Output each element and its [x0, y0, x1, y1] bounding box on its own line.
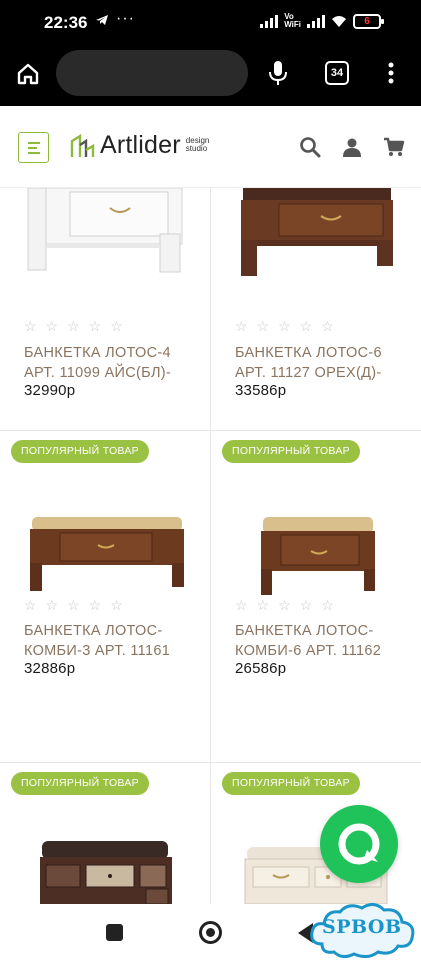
status-bar: 22:36 ··· Vo WiFi 6 [0, 0, 421, 46]
rating-stars: ☆☆☆☆☆ [235, 318, 343, 334]
logo-subtitle: design studio [185, 136, 210, 153]
site-header: Artlider design studio [0, 106, 421, 188]
logo-mark-icon [70, 133, 95, 157]
product-card[interactable]: ПОПУЛЯРНЫЙ ТОВАР [0, 763, 210, 904]
user-icon[interactable] [341, 136, 363, 158]
status-time: 22:36 [44, 13, 88, 32]
logo-text: Artlider [100, 131, 181, 159]
product-name-line2: КОМБИ-6 АРТ. 11162 [235, 643, 382, 659]
popular-badge: ПОПУЛЯРНЫЙ ТОВАР [222, 772, 360, 795]
product-name-line2: КОМБИ-3 АРТ. 11161 [24, 643, 171, 659]
battery-level: 6 [364, 15, 370, 27]
menu-button[interactable] [18, 132, 49, 163]
product-price: 33586р [235, 382, 287, 399]
product-image [261, 517, 375, 595]
cart-icon[interactable] [383, 136, 405, 158]
product-image [30, 517, 184, 591]
rating-stars: ☆☆☆☆☆ [24, 597, 132, 613]
chat-icon [338, 823, 380, 865]
signal-icon-2 [307, 14, 325, 28]
product-name-line2: АРТ. 11127 ОРЕХ(Д)- [235, 365, 382, 381]
watermark: SPBOB [308, 900, 418, 960]
product-name[interactable]: БАНКЕТКА ЛОТОС- КОМБИ-6 АРТ. 11162 [235, 621, 417, 661]
recents-icon[interactable] [106, 924, 123, 941]
watermark-text: SPBOB [322, 916, 402, 938]
product-card[interactable]: ☆☆☆☆☆ БАНКЕТКА ЛОТОС-6 АРТ. 11127 ОРЕХ(Д… [211, 188, 421, 430]
product-name[interactable]: БАНКЕТКА ЛОТОС-4 АРТ. 11099 АЙС(БЛ)- [24, 343, 206, 383]
popular-badge: ПОПУЛЯРНЫЙ ТОВАР [11, 440, 149, 463]
more-notifications-icon: ··· [116, 10, 135, 27]
product-image [27, 188, 183, 273]
product-card[interactable]: ПОПУЛЯРНЫЙ ТОВАР ☆☆☆☆☆ БАНКЕТКА ЛОТОС- К… [211, 431, 421, 762]
signal-icon [260, 14, 279, 28]
address-bar[interactable] [56, 50, 248, 96]
wifi-icon [331, 14, 347, 28]
product-name[interactable]: БАНКЕТКА ЛОТОС- КОМБИ-3 АРТ. 11161 [24, 621, 206, 661]
product-price: 26586р [235, 660, 287, 677]
rating-stars: ☆☆☆☆☆ [24, 318, 132, 334]
browser-toolbar: 34 [0, 46, 421, 106]
product-name-line2: АРТ. 11099 АЙС(БЛ)- [24, 365, 172, 381]
microphone-icon[interactable] [266, 58, 290, 88]
telegram-icon [95, 13, 109, 30]
product-price: 32886р [24, 660, 76, 677]
vowifi-label: Vo WiFi [284, 12, 301, 29]
rating-stars: ☆☆☆☆☆ [235, 597, 343, 613]
home-circle-icon[interactable] [199, 921, 222, 944]
product-name-line1: БАНКЕТКА ЛОТОС- [235, 623, 374, 639]
product-price: 32990р [24, 382, 76, 399]
product-name[interactable]: БАНКЕТКА ЛОТОС-6 АРТ. 11127 ОРЕХ(Д)- [235, 343, 417, 383]
chat-widget-button[interactable] [320, 805, 398, 883]
popular-badge: ПОПУЛЯРНЫЙ ТОВАР [222, 440, 360, 463]
search-icon[interactable] [299, 136, 321, 158]
product-card[interactable]: ПОПУЛЯРНЫЙ ТОВАР ☆☆☆☆☆ БАНКЕТКА ЛОТОС- К… [0, 431, 210, 762]
logo-subtitle-line2: studio [185, 143, 208, 153]
product-name-line1: БАНКЕТКА ЛОТОС- [24, 623, 163, 639]
battery-icon: 6 [353, 13, 384, 29]
product-card[interactable]: ☆☆☆☆☆ БАНКЕТКА ЛОТОС-4 АРТ. 11099 АЙС(БЛ… [0, 188, 210, 430]
more-vert-icon[interactable] [383, 58, 399, 88]
product-grid: ☆☆☆☆☆ БАНКЕТКА ЛОТОС-4 АРТ. 11099 АЙС(БЛ… [0, 188, 421, 904]
home-icon[interactable] [14, 60, 42, 88]
product-image [40, 841, 172, 904]
artlider-logo[interactable]: Artlider design studio [70, 131, 209, 160]
product-name-line1: БАНКЕТКА ЛОТОС-4 [24, 345, 171, 361]
product-name-line1: БАНКЕТКА ЛОТОС-6 [235, 345, 382, 361]
status-icons: Vo WiFi 6 [260, 12, 384, 29]
popular-badge: ПОПУЛЯРНЫЙ ТОВАР [11, 772, 149, 795]
tabs-button[interactable]: 34 [325, 61, 349, 85]
product-image [241, 188, 393, 276]
